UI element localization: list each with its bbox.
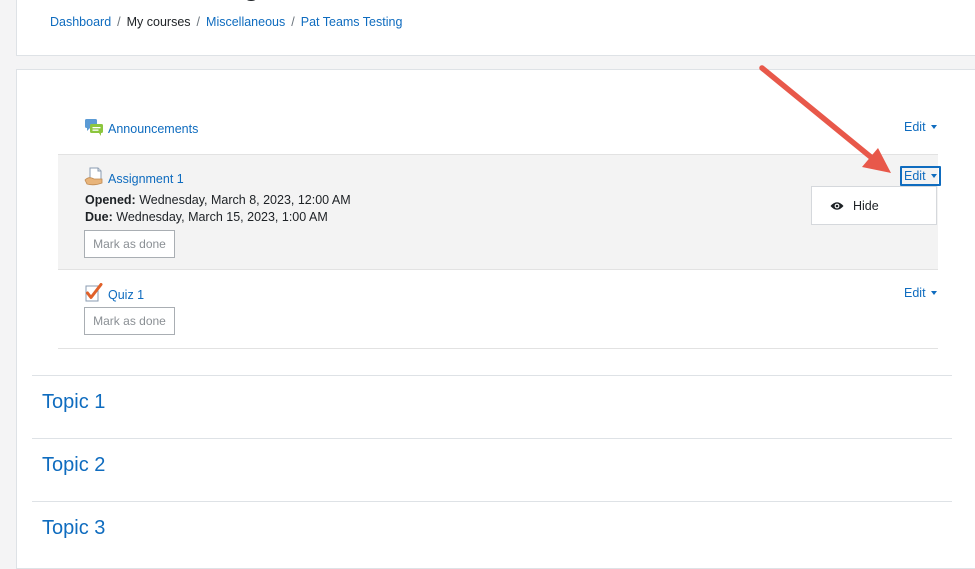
assignment-edit-menu[interactable]: Edit bbox=[900, 166, 941, 186]
due-label: Due: bbox=[85, 210, 113, 224]
opened-value: Wednesday, March 8, 2023, 12:00 AM bbox=[139, 193, 351, 207]
section-title[interactable]: Topic 3 bbox=[42, 517, 105, 540]
opened-label: Opened: bbox=[85, 193, 136, 207]
assignment-icon bbox=[84, 167, 103, 186]
quiz-edit-menu[interactable]: Edit bbox=[904, 286, 937, 300]
breadcrumb-my-courses: My courses bbox=[126, 15, 191, 29]
activity-quiz: Quiz 1 Mark as done Edit bbox=[58, 270, 938, 349]
announcements-edit-menu[interactable]: Edit bbox=[904, 120, 937, 134]
assignment-mark-done-button[interactable]: Mark as done bbox=[84, 230, 175, 258]
breadcrumb-separator: / bbox=[291, 15, 295, 29]
eye-icon bbox=[830, 201, 844, 210]
breadcrumb-dashboard[interactable]: Dashboard bbox=[50, 15, 111, 29]
edit-label: Edit bbox=[904, 286, 926, 300]
section-topic-2: Topic 2 bbox=[32, 438, 952, 501]
breadcrumb-separator: / bbox=[117, 15, 121, 29]
edit-dropdown-menu: Hide bbox=[811, 186, 937, 225]
quiz-link[interactable]: Quiz 1 bbox=[108, 288, 144, 302]
menu-item-hide[interactable]: Hide bbox=[853, 199, 879, 213]
announcements-link[interactable]: Announcements bbox=[108, 122, 198, 136]
quiz-icon bbox=[85, 283, 103, 302]
assignment-opened-date: Opened: Wednesday, March 8, 2023, 12:00 … bbox=[85, 193, 351, 207]
breadcrumb: Dashboard / My courses / Miscellaneous / Pat T… bbox=[50, 15, 402, 29]
page-header: g Dashboard / My courses / Miscellaneous / Pat… bbox=[16, 0, 975, 56]
page-title: g bbox=[243, 0, 260, 3]
edit-label: Edit bbox=[904, 169, 926, 183]
breadcrumb-category[interactable]: Miscellaneous bbox=[206, 15, 285, 29]
section-topic-1: Topic 1 bbox=[32, 375, 952, 438]
breadcrumb-separator: / bbox=[196, 15, 201, 29]
chevron-down-icon bbox=[930, 174, 937, 178]
due-value: Wednesday, March 15, 2023, 1:00 AM bbox=[116, 210, 328, 224]
forum-icon bbox=[85, 119, 103, 136]
chevron-down-icon bbox=[930, 291, 937, 295]
assignment-due-date: Due: Wednesday, March 15, 2023, 1:00 AM bbox=[85, 210, 328, 224]
section-title[interactable]: Topic 2 bbox=[42, 454, 105, 477]
section-topic-3: Topic 3 bbox=[32, 501, 952, 564]
section-title[interactable]: Topic 1 bbox=[42, 391, 105, 414]
assignment-link[interactable]: Assignment 1 bbox=[108, 172, 184, 186]
breadcrumb-course[interactable]: Pat Teams Testing bbox=[301, 15, 403, 29]
edit-label: Edit bbox=[904, 120, 926, 134]
chevron-down-icon bbox=[930, 125, 937, 129]
activity-assignment: Assignment 1 Opened: Wednesday, March 8,… bbox=[58, 154, 941, 270]
activity-announcements: Announcements Edit bbox=[58, 110, 938, 154]
quiz-mark-done-button[interactable]: Mark as done bbox=[84, 307, 175, 335]
